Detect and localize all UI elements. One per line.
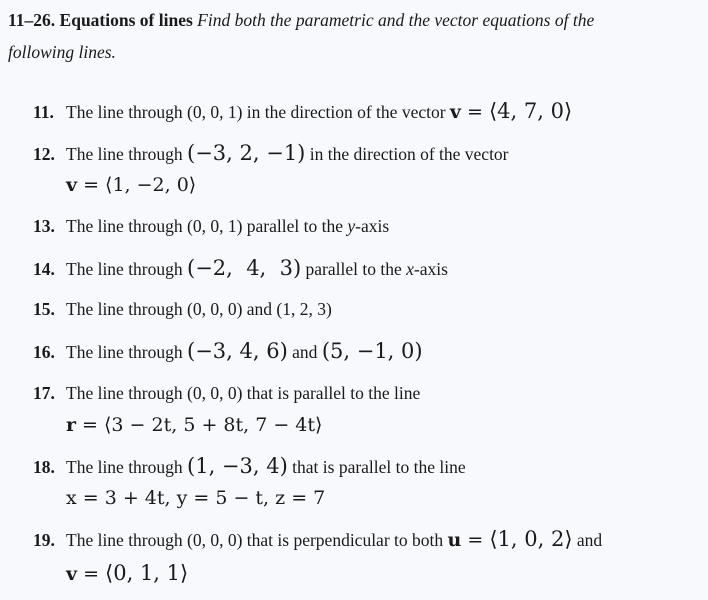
exercise-range: 11–26.: [8, 10, 56, 30]
problem-12: 12. The line through (−3, 2, −1) in the d…: [33, 141, 509, 165]
problem-17: 17. The line through (0, 0, 0) that is pa…: [33, 383, 421, 403]
problem-16: 16. The line through (−3, 4, 6) and (5, −…: [33, 339, 423, 363]
problem-17-cont: r = ⟨3 − 2t, 5 + 8t, 7 − 4t⟩: [66, 414, 323, 436]
problem-15: 15. The line through (0, 0, 0) and (1, 2,…: [33, 299, 332, 319]
problem-18-cont: x = 3 + 4t, y = 5 − t, z = 7: [66, 487, 326, 509]
exercise-instruction-cont: following lines.: [8, 42, 116, 62]
exercise-instruction: Find both the parametric and the vector …: [197, 10, 595, 30]
exercise-header: 11–26. Equations of lines Find both the …: [8, 4, 698, 68]
problem-19-cont: v = ⟨0, 1, 1⟩: [66, 561, 189, 585]
problem-18: 18. The line through (1, −3, 4) that is p…: [33, 454, 466, 478]
problem-13: 13. The line through (0, 0, 1) parallel t…: [33, 216, 390, 236]
problem-19: 19. The line through (0, 0, 0) that is pe…: [33, 527, 603, 551]
problem-11: 11. The line through (0, 0, 1) in the dir…: [33, 99, 573, 123]
problem-14: 14. The line through (−2, 4, 3) parallel …: [33, 256, 448, 280]
exercise-title: Equations of lines: [59, 10, 193, 30]
problem-12-cont: v = ⟨1, −2, 0⟩: [66, 174, 197, 196]
